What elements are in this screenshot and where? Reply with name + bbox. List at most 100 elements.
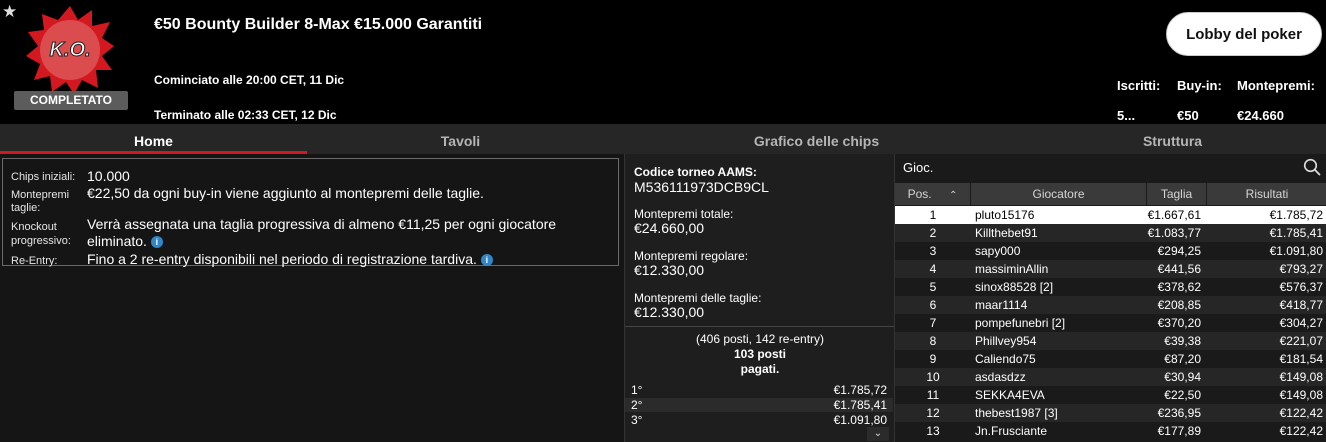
- table-row[interactable]: 6 maar1114 €208,85 €418,77: [895, 296, 1326, 314]
- column-header-results[interactable]: Risultati: [1207, 183, 1326, 205]
- column-header-position[interactable]: Pos. ⌃: [895, 183, 971, 205]
- svg-text:K.O.: K.O.: [49, 39, 90, 61]
- player-position: 4: [929, 262, 937, 276]
- bounty-pool-label-line2: taglie:: [11, 202, 41, 214]
- payout-amount: €1.785,72: [833, 383, 887, 397]
- payout-row: 3° €1.091,80: [625, 413, 893, 427]
- table-row[interactable]: 11 SEKKA4EVA €22,50 €149,08: [895, 386, 1326, 404]
- reentry-text: Fino a 2 re-entry disponibili nel period…: [87, 251, 477, 267]
- table-row[interactable]: 8 Phillvey954 €39,38 €221,07: [895, 332, 1326, 350]
- player-result: €793,27: [1279, 262, 1323, 276]
- player-position: 7: [929, 316, 937, 330]
- starting-chips-label: Chips iniziali:: [11, 171, 76, 183]
- bounty-prize-value: €12.330,00: [634, 304, 705, 320]
- player-bounty: €370,20: [1157, 316, 1201, 330]
- column-header-player[interactable]: Giocatore: [971, 183, 1147, 205]
- payout-amount: €1.091,80: [833, 413, 887, 427]
- tab-chip-graph[interactable]: Grafico delle chips: [614, 124, 1019, 154]
- player-position: 5: [929, 280, 937, 294]
- player-result: €576,37: [1279, 280, 1323, 294]
- player-result: €149,08: [1279, 388, 1323, 402]
- prize-pool-value: €24.660: [1237, 108, 1284, 123]
- regular-prize-label: Montepremi regolare:: [634, 249, 749, 263]
- info-icon[interactable]: i: [150, 236, 163, 249]
- table-row[interactable]: 1 pluto15176 €1.667,61 €1.785,72: [895, 206, 1326, 224]
- paid-places-count: 103 posti: [733, 347, 787, 361]
- table-row[interactable]: 5 sinox88528 [2] €378,62 €576,37: [895, 278, 1326, 296]
- prize-pool-label: Montepremi:: [1237, 78, 1315, 93]
- tab-home[interactable]: Home: [0, 124, 307, 154]
- player-position: 2: [929, 226, 937, 240]
- tab-tables[interactable]: Tavoli: [307, 124, 614, 154]
- player-position: 10: [926, 370, 940, 384]
- player-position: 9: [929, 352, 937, 366]
- progressive-ko-value-line1: Verrà assegnata una taglia progressiva d…: [87, 216, 557, 232]
- player-position: 12: [926, 406, 940, 420]
- tournament-info-box: Chips iniziali: 10.000 Montepremi taglie…: [2, 158, 619, 267]
- player-bounty: €177,89: [1157, 424, 1201, 438]
- bounty-prize-label: Montepremi delle taglie:: [634, 291, 762, 305]
- column-header-bounty[interactable]: Taglia: [1147, 183, 1207, 205]
- player-position: 13: [926, 424, 940, 438]
- players-panel: Gioc. Pos. ⌃ Giocatore Taglia Risultati …: [894, 154, 1326, 442]
- reentry-label: Re-Entry:: [11, 255, 58, 267]
- player-position: 6: [929, 298, 937, 312]
- start-time: Cominciato alle 20:00 CET, 11 Dic: [154, 73, 345, 87]
- player-position: 3: [929, 244, 937, 258]
- buyin-label: Buy-in:: [1177, 78, 1222, 93]
- table-row[interactable]: 7 pompefunebri [2] €370,20 €304,27: [895, 314, 1326, 332]
- buyin-value: €50: [1177, 108, 1199, 123]
- table-row[interactable]: 4 massiminAllin €441,56 €793,27: [895, 260, 1326, 278]
- end-time: Terminato alle 02:33 CET, 12 Dic: [154, 108, 337, 122]
- ko-badge-logo: K.O.: [26, 6, 114, 94]
- payout-place: 1°: [631, 383, 643, 397]
- payout-place: 3°: [631, 413, 643, 427]
- column-header-position-label: Pos.: [907, 187, 932, 201]
- tab-structure[interactable]: Struttura: [1019, 124, 1326, 154]
- progressive-ko-value-line2: eliminato. i: [87, 233, 163, 250]
- table-row[interactable]: 12 thebest1987 [3] €236,95 €122,42: [895, 404, 1326, 422]
- player-result: €1.091,80: [1269, 244, 1323, 258]
- total-prize-value: €24.660,00: [634, 220, 705, 236]
- player-result: €1.785,72: [1269, 208, 1323, 222]
- player-result: €221,07: [1279, 334, 1323, 348]
- bounty-pool-label-line1: Montepremi: [11, 189, 70, 201]
- player-bounty: €87,20: [1164, 352, 1201, 366]
- tournament-header: ★ K.O. COMPLETATO €50 Bounty Builder 8-M…: [0, 0, 1326, 124]
- sort-ascending-icon[interactable]: ⌃: [949, 190, 957, 201]
- bounty-pool-value: €22,50 da ogni buy-in viene aggiunto al …: [87, 185, 484, 201]
- payout-place: 2°: [631, 398, 643, 412]
- tournament-info-panel: Chips iniziali: 10.000 Montepremi taglie…: [0, 154, 624, 442]
- prize-pool-panel: Codice torneo AAMS: M536111973DCB9CL Mon…: [624, 154, 895, 442]
- player-bounty: €22,50: [1164, 388, 1201, 402]
- player-position: 11: [926, 388, 940, 402]
- table-row[interactable]: 10 asdasdzz €30,94 €149,08: [895, 368, 1326, 386]
- player-bounty: €208,85: [1157, 298, 1201, 312]
- player-bounty: €1.667,61: [1147, 208, 1201, 222]
- search-icon[interactable]: [1303, 158, 1321, 176]
- entrants-label: Iscritti:: [1117, 78, 1161, 93]
- status-badge: COMPLETATO: [14, 91, 128, 110]
- player-result: €304,27: [1279, 316, 1323, 330]
- table-row[interactable]: 9 Caliendo75 €87,20 €181,54: [895, 350, 1326, 368]
- info-icon[interactable]: i: [480, 254, 493, 267]
- table-row[interactable]: 3 sapy000 €294,25 €1.091,80: [895, 242, 1326, 260]
- player-result: €181,54: [1279, 352, 1323, 366]
- player-bounty: €441,56: [1157, 262, 1201, 276]
- starting-chips-value: 10.000: [87, 168, 130, 184]
- poker-lobby-button[interactable]: Lobby del poker: [1166, 12, 1322, 56]
- chevron-down-icon[interactable]: ⌄: [867, 427, 889, 441]
- player-bounty: €236,95: [1157, 406, 1201, 420]
- table-row[interactable]: 13 Jn.Frusciante €177,89 €122,42: [895, 422, 1326, 440]
- player-bounty: €1.083,77: [1147, 226, 1201, 240]
- players-label: Gioc.: [903, 160, 934, 175]
- progressive-ko-label-line1: Knockout: [11, 221, 57, 233]
- player-bounty: €378,62: [1157, 280, 1201, 294]
- table-row[interactable]: 2 Killthebet91 €1.083,77 €1.785,41: [895, 224, 1326, 242]
- player-search-bar[interactable]: Gioc.: [895, 154, 1326, 183]
- star-icon[interactable]: ★: [2, 2, 17, 22]
- aams-code-label: Codice torneo AAMS:: [634, 165, 757, 179]
- entries-summary: (406 posti, 142 re-entry): [695, 332, 825, 346]
- tab-bar: Home Tavoli Grafico delle chips Struttur…: [0, 124, 1326, 154]
- progressive-ko-label-line2: progressivo:: [11, 235, 71, 247]
